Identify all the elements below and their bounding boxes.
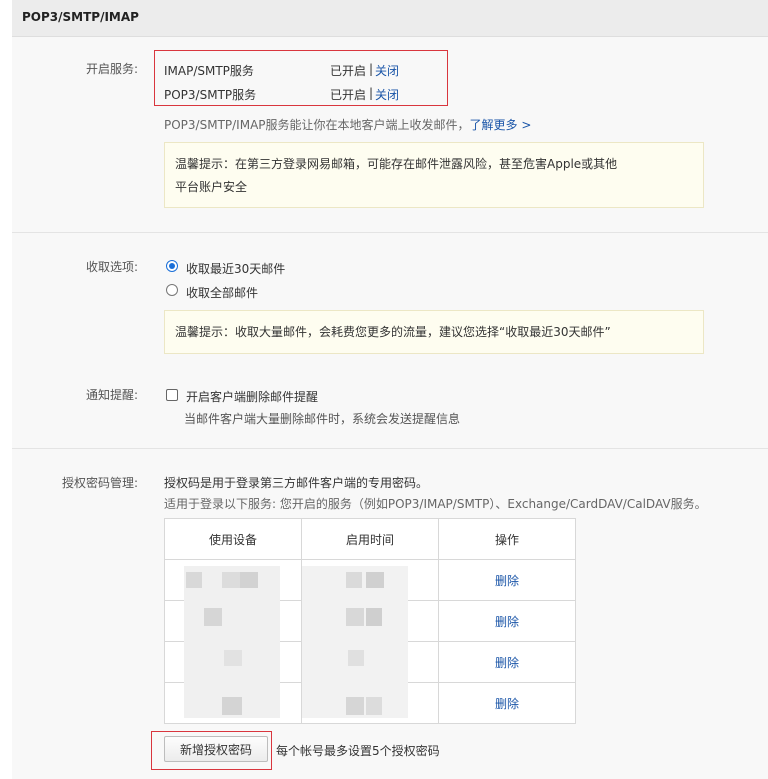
- action-cell: 删除: [438, 641, 576, 683]
- action-cell: 删除: [438, 682, 576, 724]
- close-pop3-link[interactable]: 关闭: [375, 86, 399, 103]
- security-tip-line2: 平台账户安全: [175, 180, 248, 194]
- delete-reminder-label: 开启客户端删除邮件提醒: [186, 390, 319, 404]
- delete-reminder-desc: 当邮件客户端大量删除邮件时，系统会发送提醒信息: [184, 412, 461, 426]
- settings-panel: POP3/SMTP/IMAP 开启服务: IMAP/SMTP服务 已开启 | 关…: [12, 0, 768, 779]
- receive-options-label: 收取选项:: [85, 260, 138, 274]
- auth-limit-note: 每个帐号最多设置5个授权密码: [276, 744, 440, 758]
- service-description: POP3/SMTP/IMAP服务能让你在本地客户端上收发邮件，了解更多 >: [164, 116, 531, 133]
- service-label: 开启服务:: [85, 62, 138, 76]
- delete-link[interactable]: 删除: [495, 656, 519, 670]
- service-name-pop3: POP3/SMTP服务: [164, 88, 257, 102]
- action-cell: 删除: [438, 559, 576, 601]
- divider: [12, 232, 768, 233]
- security-tip-line1: 温馨提示：在第三方登录网易邮箱，可能存在邮件泄露风险，甚至危害Apple或其他: [175, 157, 618, 171]
- add-auth-password-button[interactable]: 新增授权密码: [164, 736, 268, 762]
- radio-all-mail[interactable]: [166, 284, 178, 296]
- column-header-device: 使用设备: [164, 518, 302, 560]
- notify-label: 通知提醒:: [85, 388, 138, 402]
- close-imap-link[interactable]: 关闭: [375, 62, 399, 79]
- traffic-tip-box: 温馨提示：收取大量邮件，会耗费您更多的流量，建议您选择“收取最近30天邮件”: [164, 310, 704, 354]
- action-cell: 删除: [438, 600, 576, 642]
- section-title: POP3/SMTP/IMAP: [22, 10, 139, 24]
- service-status-pop3: 已开启: [330, 88, 367, 102]
- radio-recent-30-days[interactable]: [166, 260, 178, 272]
- learn-more-link[interactable]: 了解更多 >: [470, 118, 532, 132]
- delete-link[interactable]: 删除: [495, 574, 519, 588]
- traffic-tip-text: 温馨提示：收取大量邮件，会耗费您更多的流量，建议您选择“收取最近30天邮件”: [175, 325, 611, 339]
- column-header-action: 操作: [438, 518, 576, 560]
- table-header-row: 使用设备 启用时间 操作: [164, 518, 576, 560]
- radio-label-all: 收取全部邮件: [186, 286, 259, 300]
- auth-desc-1: 授权码是用于登录第三方邮件客户端的专用密码。: [164, 476, 429, 490]
- radio-label-recent: 收取最近30天邮件: [186, 262, 286, 276]
- security-tip-box: 温馨提示：在第三方登录网易邮箱，可能存在邮件泄露风险，甚至危害Apple或其他 …: [164, 142, 704, 208]
- delete-reminder-checkbox[interactable]: [166, 389, 178, 401]
- column-header-time: 启用时间: [301, 518, 439, 560]
- separator: |: [369, 86, 374, 100]
- auth-label: 授权密码管理:: [61, 476, 138, 490]
- service-name-imap: IMAP/SMTP服务: [164, 64, 254, 78]
- delete-link[interactable]: 删除: [495, 615, 519, 629]
- separator: |: [369, 62, 374, 76]
- delete-link[interactable]: 删除: [495, 697, 519, 711]
- auth-desc-2: 适用于登录以下服务: 您开启的服务（例如POP3/IMAP/SMTP）、Exch…: [164, 497, 707, 511]
- service-description-text: POP3/SMTP/IMAP服务能让你在本地客户端上收发邮件，: [164, 118, 470, 132]
- divider: [12, 448, 768, 449]
- service-status-imap: 已开启: [330, 64, 367, 78]
- section-header: POP3/SMTP/IMAP: [12, 0, 768, 37]
